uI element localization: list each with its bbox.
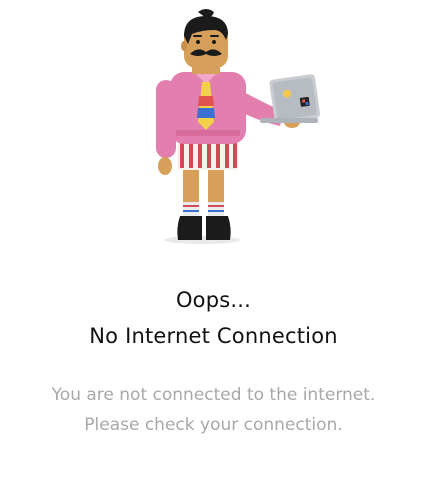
error-message-line-1: You are not connected to the internet. — [51, 385, 376, 405]
error-message-line-2: Please check your connection. — [84, 415, 343, 435]
no-internet-screen: Oops... No Internet Connection You are n… — [0, 0, 427, 481]
error-subtitle: No Internet Connection — [89, 324, 338, 348]
man-with-laptop-illustration — [140, 8, 340, 248]
error-title: Oops... — [175, 288, 252, 312]
